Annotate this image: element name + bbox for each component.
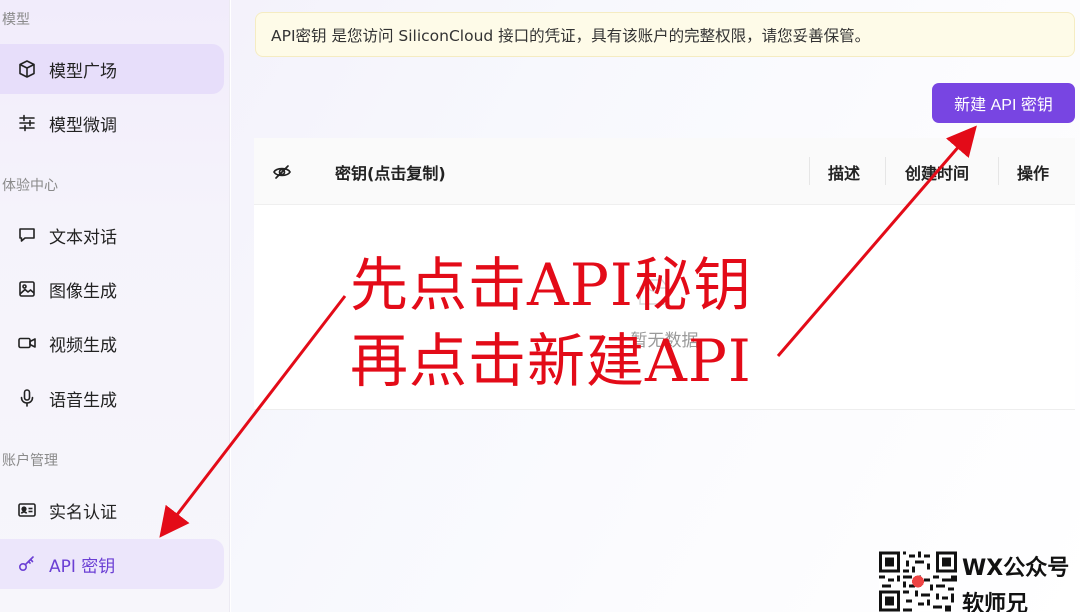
watermark-line2: 软师兄 (962, 592, 1029, 612)
qr-code (879, 551, 957, 612)
arrow-to-new-key-button (776, 125, 977, 357)
arrow-to-api-keys (159, 295, 347, 538)
watermark-line1: WX公众号 (962, 556, 1070, 581)
annotation-text-line2: 再点击新建API (350, 327, 752, 395)
annotation-text-line1: 先点击API秘钥 (350, 251, 752, 319)
